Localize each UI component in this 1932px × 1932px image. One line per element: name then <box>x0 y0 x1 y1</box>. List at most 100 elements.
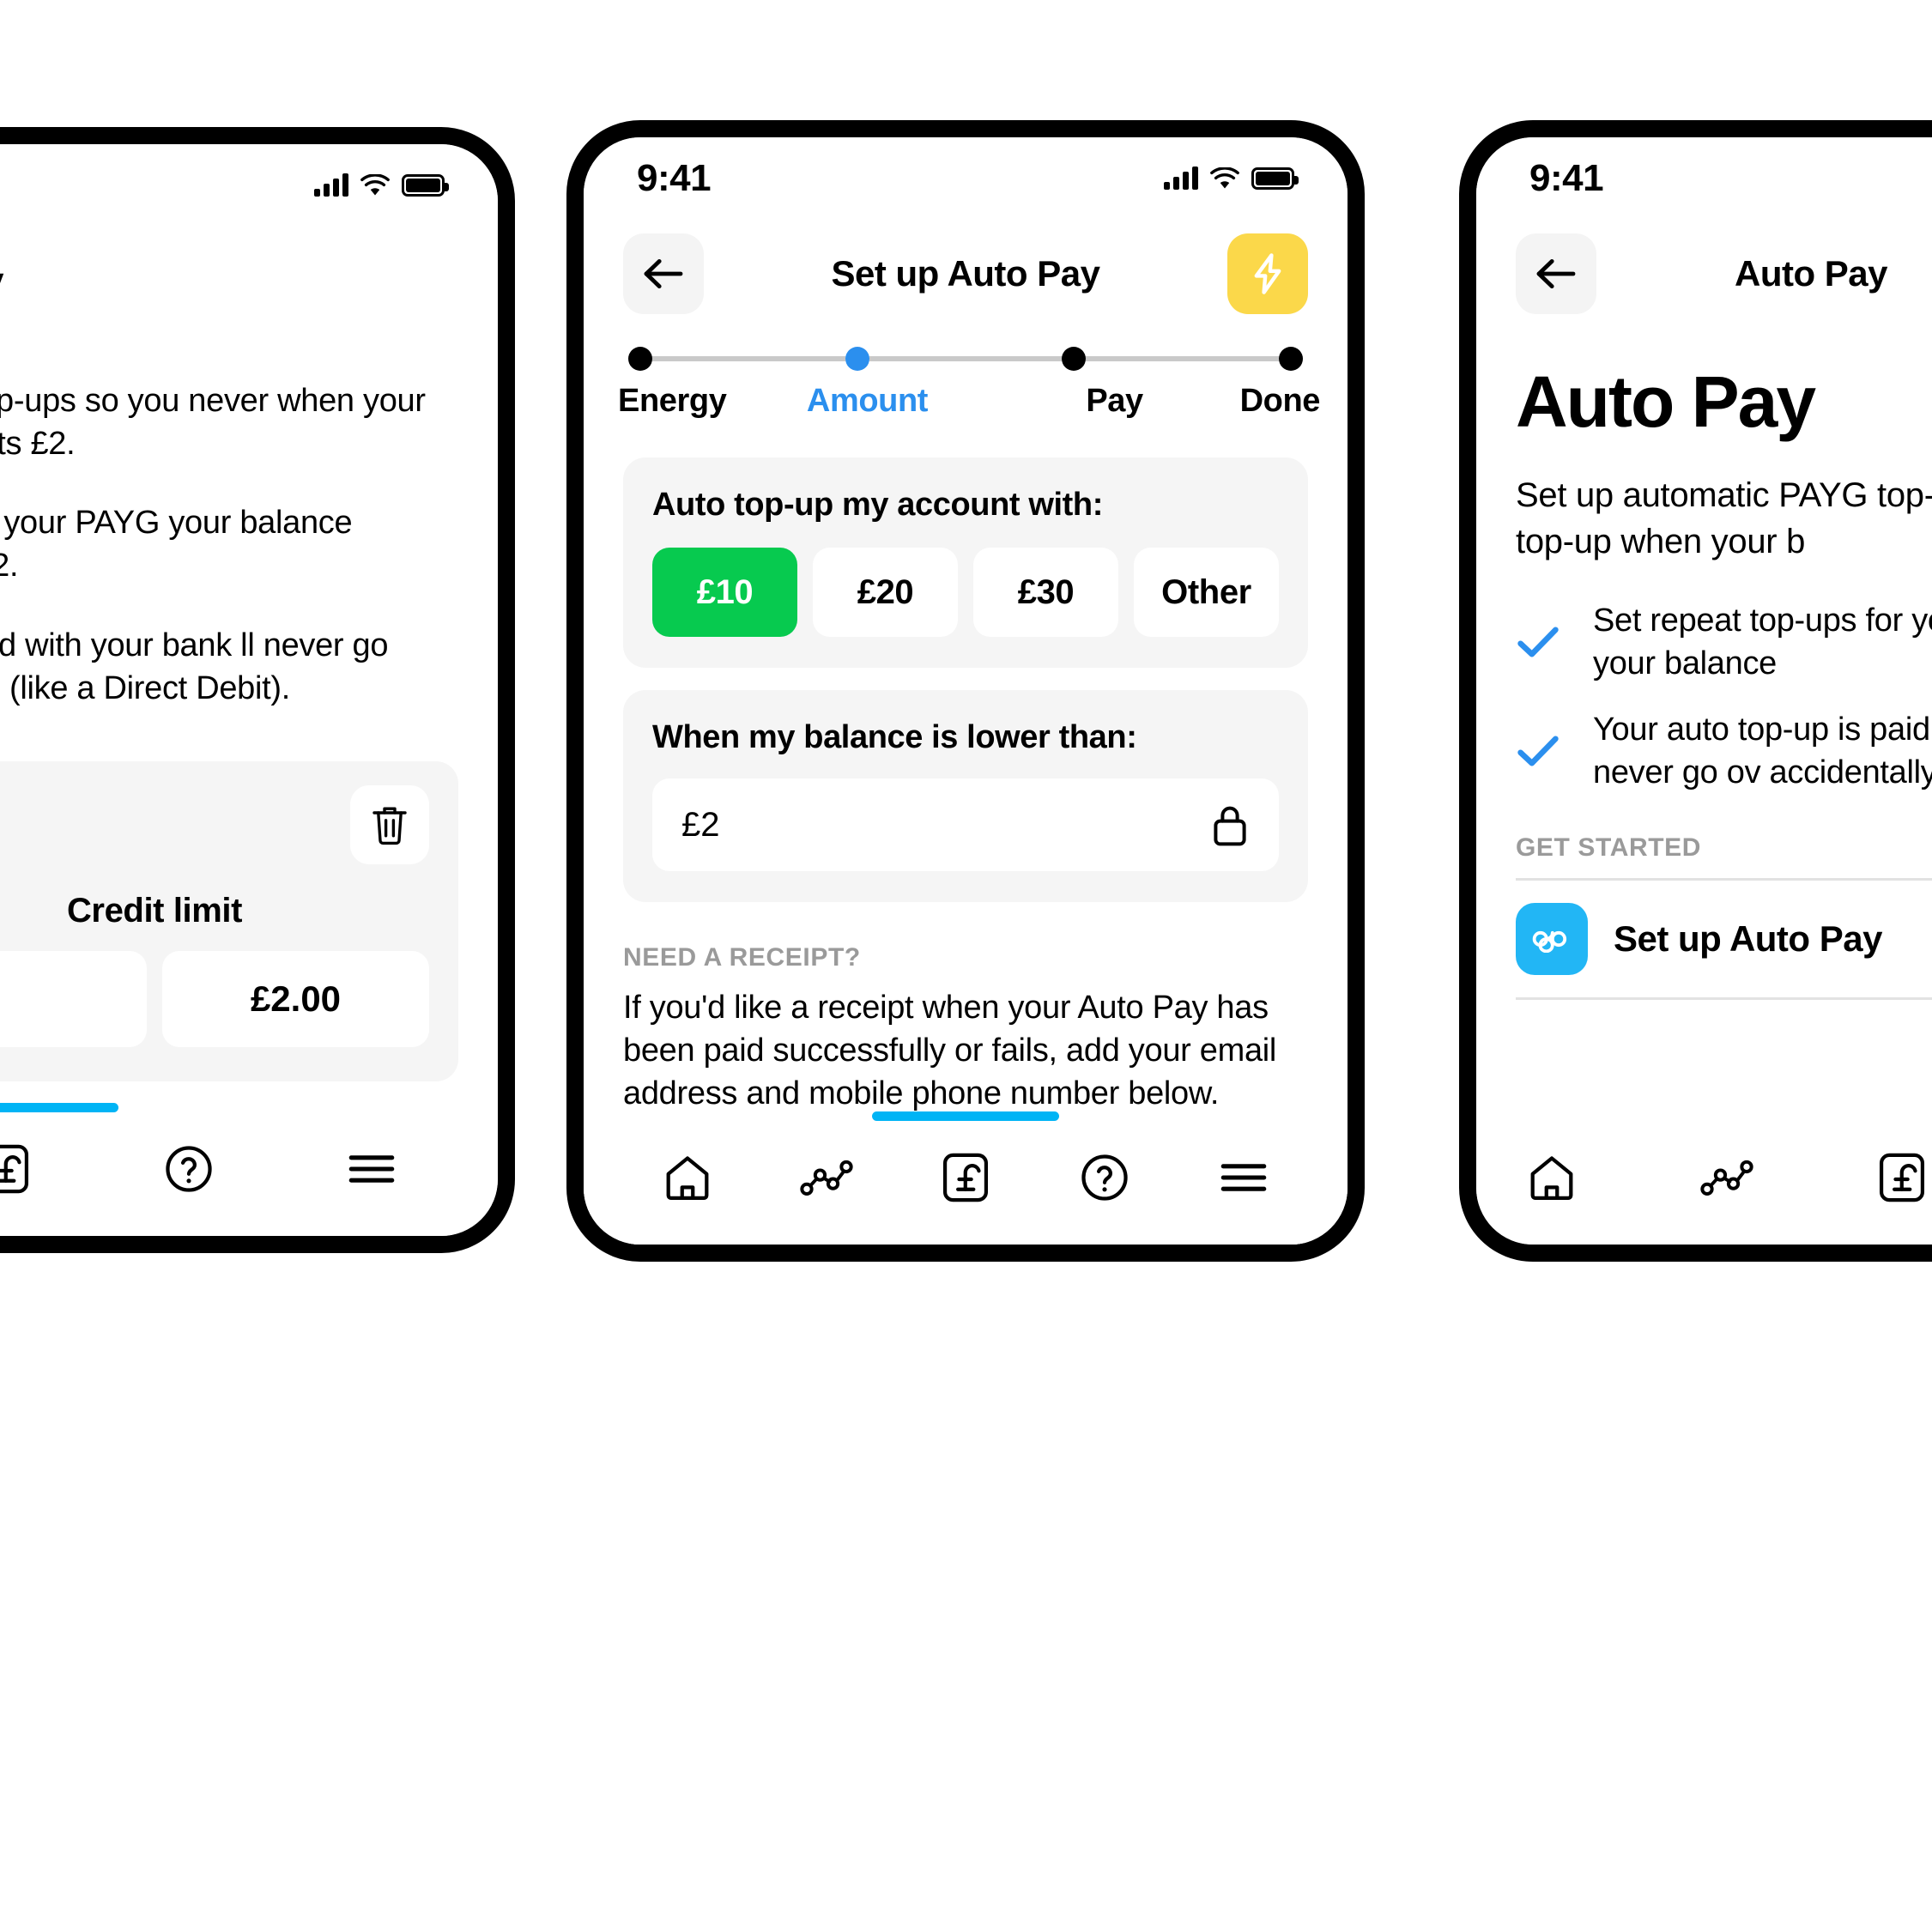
home-indicator-row <box>1476 1111 1932 1126</box>
lightning-bolt-icon <box>1249 251 1287 296</box>
quick-action-button[interactable] <box>1227 233 1308 314</box>
check-icon <box>1516 733 1560 769</box>
step-label-amount: Amount <box>806 383 929 419</box>
list-item-label: Set up Auto Pay <box>1614 918 1882 959</box>
amount-option-20[interactable]: £20 <box>813 548 958 637</box>
tab-bar <box>584 1126 1348 1245</box>
navigation-bar: Auto Pay <box>1476 220 1932 323</box>
signal-bars-icon <box>314 173 348 197</box>
divider <box>1516 996 1932 1000</box>
info-paragraph-2: op-ups for your PAYG your balance reache… <box>0 505 353 584</box>
left-content: c PAYG top-ups so you never when your ba… <box>0 379 498 1081</box>
delete-button[interactable] <box>350 784 429 864</box>
step-label-energy: Energy <box>618 383 727 419</box>
wifi-icon <box>1210 167 1239 190</box>
step-label-done: Done <box>1239 383 1321 419</box>
topup-amount-card: Auto top-up my account with: £10 £20 £30… <box>623 457 1308 668</box>
get-started-heading: GET STARTED <box>1516 833 1702 862</box>
status-bar: 9:41 <box>1476 137 1932 220</box>
step-dot-pay[interactable] <box>1062 347 1087 371</box>
stepper-track <box>623 347 1308 371</box>
status-time: 9:41 <box>637 157 712 199</box>
trash-icon <box>369 802 410 847</box>
status-bar <box>0 144 498 227</box>
phone-right-screen: 9:41 Auto Pay Auto Pay Set up automatic … <box>1476 137 1932 1245</box>
amount-option-30[interactable]: £30 <box>973 548 1118 637</box>
tab-pay[interactable] <box>0 1136 39 1202</box>
list-item: Set repeat top-ups for yo meter when you… <box>1516 599 1932 685</box>
step-dot-done[interactable] <box>1279 347 1304 371</box>
navigation-bar: Auto Pay <box>0 227 498 330</box>
home-indicator-row <box>584 1111 1348 1126</box>
credit-limit-card: Credit limit £2.00 <box>0 760 458 1081</box>
topup-amount-options: £10 £20 £30 Other <box>652 548 1279 637</box>
credit-limit-field-left[interactable] <box>0 950 147 1047</box>
info-paragraph-1: c PAYG top-ups so you never when your ba… <box>0 383 426 463</box>
arrow-left-icon <box>1534 256 1578 292</box>
balance-threshold-value: £2 <box>681 805 720 844</box>
tab-menu[interactable] <box>339 1136 404 1202</box>
status-bar: 9:41 <box>584 137 1348 220</box>
stepper-labels: Energy Amount Pay Done <box>618 383 1320 420</box>
tab-menu[interactable] <box>1211 1145 1276 1210</box>
wifi-icon <box>360 174 390 197</box>
receipt-eyebrow: NEED A RECEIPT? <box>623 943 861 972</box>
right-content: Auto Pay Set up automatic PAYG top-u for… <box>1476 360 1932 1000</box>
phone-left-screen: Auto Pay c PAYG top-ups so you never whe… <box>0 144 498 1236</box>
check-icon <box>1516 624 1560 660</box>
amount-option-10[interactable]: £10 <box>652 548 797 637</box>
amount-option-other[interactable]: Other <box>1134 548 1279 637</box>
step-line-1 <box>652 356 845 361</box>
tab-home[interactable] <box>1519 1145 1584 1210</box>
tab-help[interactable] <box>1072 1145 1137 1210</box>
hero-title: Auto Pay <box>1516 361 1816 442</box>
lock-icon <box>1210 802 1250 847</box>
back-button[interactable] <box>1516 233 1596 314</box>
step-line-3 <box>1086 356 1280 361</box>
phone-left: Auto Pay c PAYG top-ups so you never whe… <box>0 127 515 1253</box>
back-button[interactable] <box>623 233 704 314</box>
bottom-area <box>0 1103 498 1236</box>
tab-usage[interactable] <box>1694 1145 1759 1210</box>
step-line-2 <box>869 356 1063 361</box>
balance-threshold-card: When my balance is lower than: £2 <box>623 690 1308 902</box>
bottom-area <box>584 1111 1348 1245</box>
tab-bar <box>1476 1126 1932 1245</box>
arrow-left-icon <box>641 256 686 292</box>
phone-right: 9:41 Auto Pay Auto Pay Set up automatic … <box>1459 120 1932 1262</box>
home-indicator <box>0 1103 118 1112</box>
status-time: 9:41 <box>1529 157 1604 199</box>
tab-home[interactable] <box>655 1145 720 1210</box>
phone-middle-screen: 9:41 Set up Auto Pay Energy Amount Pay D… <box>584 137 1348 1245</box>
tab-usage[interactable] <box>794 1145 859 1210</box>
home-indicator <box>872 1111 1059 1121</box>
phone-middle: 9:41 Set up Auto Pay Energy Amount Pay D… <box>566 120 1365 1262</box>
benefit-text: Set repeat top-ups for yo meter when you… <box>1593 603 1932 682</box>
progress-stepper: Energy Amount Pay Done <box>584 323 1348 428</box>
tab-pay[interactable] <box>933 1145 998 1210</box>
list-item-set-up-auto-pay[interactable]: Set up Auto Pay <box>1516 881 1932 997</box>
page-title: Auto Pay <box>1734 253 1888 294</box>
page-title: Set up Auto Pay <box>831 253 1100 294</box>
credit-limit-field-right[interactable]: £2.00 <box>162 950 429 1047</box>
step-label-pay: Pay <box>1086 383 1143 419</box>
home-indicator-row <box>0 1103 498 1117</box>
tab-help[interactable] <box>156 1136 221 1202</box>
battery-icon <box>1251 167 1299 190</box>
benefit-text: Your auto top-up is paid card, so you'll… <box>1593 711 1932 790</box>
info-paragraph-3: p-up is paid with your bank ll never go … <box>0 627 389 706</box>
receipt-description: If you'd like a receipt when your Auto P… <box>623 990 1277 1112</box>
status-indicators <box>314 173 449 197</box>
tab-pay[interactable] <box>1869 1145 1932 1210</box>
step-dot-amount[interactable] <box>845 347 869 371</box>
bottom-area <box>1476 1111 1932 1245</box>
balance-threshold-field[interactable]: £2 <box>652 778 1279 871</box>
status-indicators <box>1164 167 1299 190</box>
signal-bars-icon <box>1164 167 1198 190</box>
topup-amount-title: Auto top-up my account with: <box>652 487 1103 523</box>
step-dot-energy[interactable] <box>628 347 652 371</box>
battery-icon <box>402 174 449 197</box>
balance-threshold-title: When my balance is lower than: <box>652 719 1137 755</box>
credit-limit-fields: £2.00 <box>0 950 429 1047</box>
benefit-list: Set repeat top-ups for yo meter when you… <box>1516 599 1932 794</box>
